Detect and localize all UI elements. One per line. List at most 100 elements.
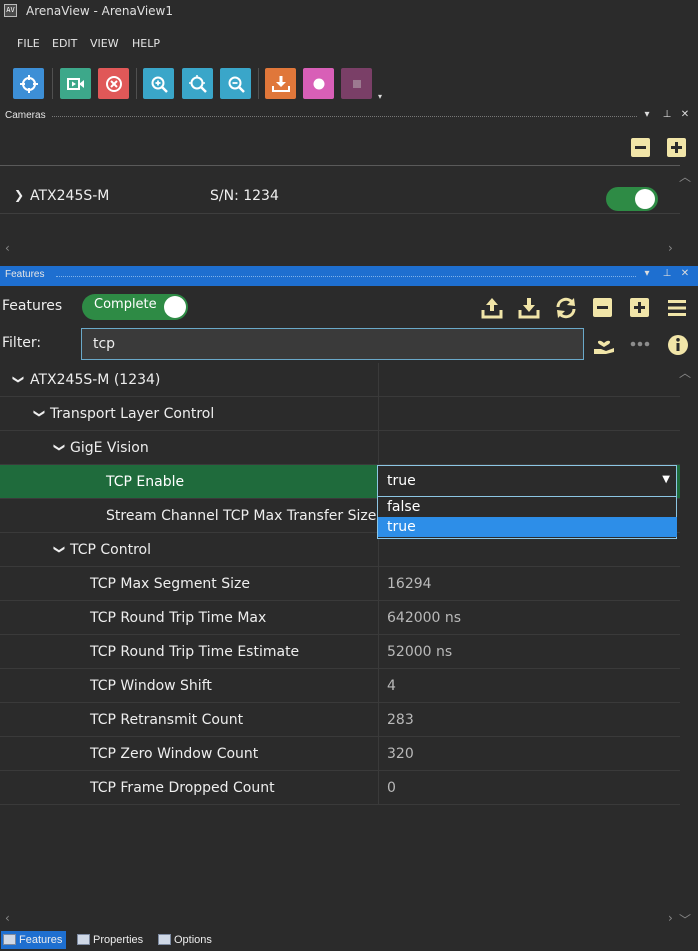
feature-value[interactable]: 16294 (387, 576, 432, 592)
camera-name[interactable]: ATX245S-M (30, 188, 109, 204)
menu-help[interactable]: HELP (132, 37, 160, 50)
refresh-icon[interactable] (554, 296, 578, 320)
stop-stream-button[interactable] (98, 68, 129, 99)
tree-row[interactable]: ❯ Transport Layer Control (0, 397, 680, 431)
zoom-in-button[interactable] (143, 68, 174, 99)
tree-row[interactable]: TCP Max Segment Size 16294 (0, 567, 680, 601)
tree-row[interactable]: TCP Round Trip Time Estimate 52000 ns (0, 635, 680, 669)
pin-icon[interactable]: ⊥ (661, 109, 673, 120)
feature-name: TCP Zero Window Count (90, 746, 259, 762)
dock-grip (52, 116, 637, 118)
tab-label: Properties (93, 934, 144, 946)
features-tree: ❯ ATX245S-M (1234) ❯ Transport Layer Contro… (0, 363, 680, 808)
menu-file[interactable]: FILE (17, 37, 40, 50)
chevron-right-icon[interactable]: ❯ (14, 188, 24, 202)
option-false[interactable]: false (378, 497, 677, 517)
cameras-dock-header: Cameras ▾ ⊥ ✕ (0, 108, 698, 126)
chevron-down-icon[interactable]: ❯ (53, 443, 66, 452)
zoom-out-button[interactable] (220, 68, 251, 99)
zoom-fit-button[interactable] (182, 68, 213, 99)
camera-enable-toggle[interactable] (606, 187, 658, 211)
tree-row[interactable]: TCP Retransmit Count 283 (0, 703, 680, 737)
tcp-enable-select[interactable]: true ▼ (377, 465, 677, 497)
expand-all-button[interactable] (667, 138, 686, 157)
pin-icon[interactable]: ⊥ (661, 268, 673, 279)
minus-icon (635, 146, 646, 149)
menu-view[interactable]: VIEW (90, 37, 119, 50)
tab-features[interactable]: Features (1, 931, 67, 949)
download-icon[interactable] (517, 296, 541, 320)
tree-row[interactable]: ❯ GigE Vision (0, 431, 680, 465)
start-stream-button[interactable] (60, 68, 91, 99)
feature-value[interactable]: 283 (387, 712, 414, 728)
tree-row[interactable]: TCP Frame Dropped Count 0 (0, 771, 680, 805)
collapse-features-button[interactable] (593, 298, 612, 317)
hand-heart-icon[interactable] (592, 332, 616, 356)
window-title: ArenaView - ArenaView1 (26, 4, 173, 18)
column-divider (378, 601, 379, 635)
plus-icon-vertical (675, 142, 678, 153)
feature-value[interactable]: 52000 ns (387, 644, 452, 660)
scroll-up-icon[interactable]: ︿ (679, 364, 691, 381)
tab-options[interactable]: Options (156, 931, 212, 949)
filter-input[interactable] (81, 328, 584, 360)
select-device-button[interactable] (13, 68, 44, 99)
feature-value[interactable]: 642000 ns (387, 610, 461, 626)
info-icon[interactable] (666, 333, 690, 357)
record-button[interactable] (303, 68, 334, 99)
feature-name: GigE Vision (70, 440, 149, 456)
cameras-title: Cameras (5, 110, 46, 121)
stop-stream-icon (105, 75, 122, 92)
dock-menu-icon[interactable]: ▾ (641, 109, 653, 120)
toolbar-separator (136, 68, 137, 99)
stop-record-icon (352, 79, 361, 88)
menu-edit[interactable]: EDIT (52, 37, 77, 50)
dock-menu-icon[interactable]: ▾ (641, 268, 653, 279)
column-divider (378, 703, 379, 737)
features-tab-icon (3, 934, 16, 945)
close-icon[interactable]: ✕ (679, 268, 691, 279)
features-label: Features (2, 298, 63, 314)
feature-name: TCP Retransmit Count (90, 712, 244, 728)
chevron-down-icon[interactable]: ❯ (33, 409, 46, 418)
toolbar-overflow-icon[interactable]: ▾ (378, 92, 382, 101)
more-options-icon[interactable] (628, 332, 652, 356)
column-divider (378, 397, 379, 431)
stop-record-button[interactable] (341, 68, 372, 99)
toggle-knob (164, 296, 186, 318)
collapse-all-button[interactable] (631, 138, 650, 157)
tree-row[interactable]: TCP Window Shift 4 (0, 669, 680, 703)
feature-value[interactable]: 4 (387, 678, 396, 694)
features-dock-title: Features (5, 269, 45, 280)
upload-icon[interactable] (480, 296, 504, 320)
scroll-right-icon[interactable]: › (668, 911, 673, 925)
tab-label: Options (174, 934, 212, 946)
tab-properties[interactable]: Properties (75, 931, 143, 949)
mode-toggle[interactable]: Complete (82, 294, 188, 320)
column-divider (378, 431, 379, 465)
scroll-right-icon[interactable]: › (668, 241, 673, 255)
scroll-left-icon[interactable]: ‹ (5, 241, 10, 255)
scroll-up-icon[interactable]: ︿ (679, 168, 691, 185)
expand-features-button[interactable] (630, 298, 649, 317)
select-value: true (387, 473, 416, 489)
column-divider (378, 635, 379, 669)
save-image-button[interactable] (265, 68, 296, 99)
option-true[interactable]: true (378, 517, 677, 537)
chevron-down-icon[interactable]: ❯ (12, 375, 25, 384)
feature-value[interactable]: 320 (387, 746, 414, 762)
feature-value[interactable]: 0 (387, 780, 396, 796)
tree-row[interactable]: TCP Round Trip Time Max 642000 ns (0, 601, 680, 635)
close-icon[interactable]: ✕ (679, 109, 691, 120)
feature-name: ATX245S-M (1234) (30, 372, 161, 388)
feature-name: Transport Layer Control (50, 406, 215, 422)
toolbar-separator (52, 68, 53, 99)
tree-row[interactable]: TCP Zero Window Count 320 (0, 737, 680, 771)
hamburger-menu-icon[interactable] (665, 296, 689, 320)
scroll-down-icon[interactable]: ﹀ (679, 911, 691, 928)
scroll-left-icon[interactable]: ‹ (5, 911, 10, 925)
chevron-down-icon[interactable]: ❯ (53, 545, 66, 554)
options-tab-icon (158, 934, 171, 945)
column-divider (378, 669, 379, 703)
tree-row[interactable]: ❯ ATX245S-M (1234) (0, 363, 680, 397)
